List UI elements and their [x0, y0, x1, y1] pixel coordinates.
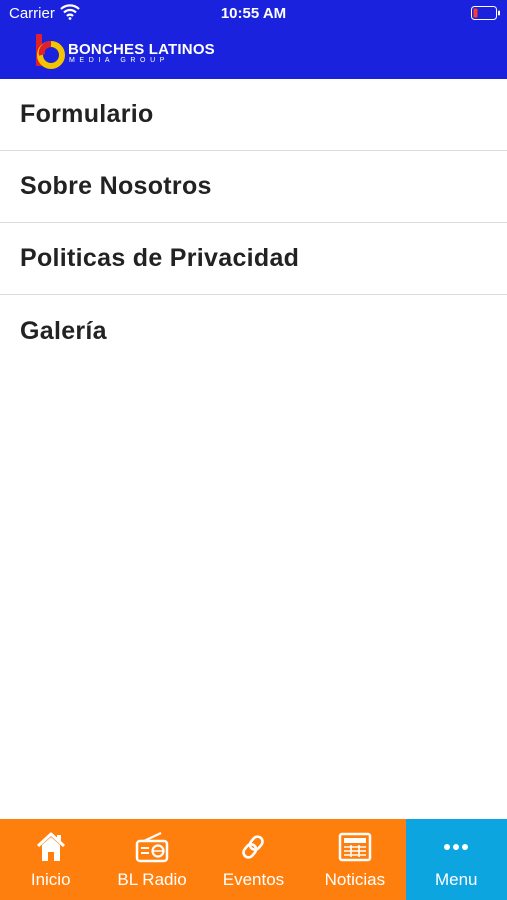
menu-item-label: Galería [20, 316, 107, 345]
tab-label: Menu [434, 870, 478, 889]
logo-mark-icon [34, 33, 66, 74]
radio-icon [101, 831, 202, 863]
link-icon [203, 831, 304, 863]
tab-noticias[interactable]: Noticias [304, 819, 405, 900]
tab-bl-radio[interactable]: BL Radio [101, 819, 202, 900]
menu-item-formulario[interactable]: Formulario [0, 79, 507, 151]
menu-item-galeria[interactable]: Galería [0, 295, 507, 367]
app-header: Carrier 10:55 AM BONCHES LATINOS MEDIA G… [0, 0, 507, 79]
tab-label: Noticias [324, 870, 386, 889]
menu-item-label: Formulario [20, 100, 154, 128]
status-time: 10:55 AM [220, 5, 287, 22]
menu-item-politicas-de-privacidad[interactable]: Politicas de Privacidad [0, 223, 507, 295]
brand-logo: BONCHES LATINOS MEDIA GROUP [34, 33, 234, 69]
menu-item-sobre-nosotros[interactable]: Sobre Nosotros [0, 151, 507, 223]
tab-inicio[interactable]: Inicio [0, 819, 101, 900]
menu-list: Formulario Sobre Nosotros Politicas de P… [0, 79, 507, 367]
menu-item-label: Politicas de Privacidad [20, 244, 300, 272]
menu-item-label: Sobre Nosotros [20, 172, 212, 200]
more-icon [406, 831, 507, 863]
logo-title: BONCHES LATINOS [68, 41, 215, 58]
tab-bar: Inicio BL Radio Eventos Noticias Menu [0, 819, 507, 900]
logo-subtitle: MEDIA GROUP [69, 57, 169, 64]
tab-eventos[interactable]: Eventos [203, 819, 304, 900]
tab-label: Inicio [30, 870, 71, 889]
tab-label: BL Radio [117, 870, 187, 889]
home-icon [0, 831, 101, 863]
battery-icon [471, 6, 501, 25]
status-bar: Carrier 10:55 AM [0, 0, 507, 28]
tab-label: Eventos [222, 870, 285, 889]
tab-menu[interactable]: Menu [405, 819, 507, 900]
newspaper-icon [304, 831, 405, 863]
